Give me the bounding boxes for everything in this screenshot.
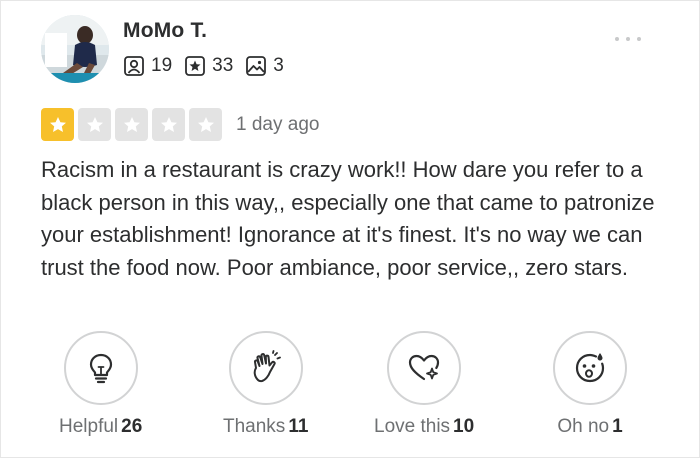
love-this-button[interactable]: Love this 10: [374, 331, 474, 438]
love-this-count: 10: [453, 416, 475, 437]
oh-no-button[interactable]: Oh no 1: [553, 331, 627, 438]
reviews-count: 33: [212, 55, 234, 76]
helpful-label: Helpful 26: [59, 416, 143, 437]
oh-no-label: Oh no 1: [557, 416, 623, 437]
thanks-count: 11: [288, 416, 309, 437]
star-icon: [41, 108, 74, 141]
helpful-circle[interactable]: [63, 331, 138, 405]
photos-count: 3: [273, 55, 284, 76]
avatar-photo: [41, 15, 109, 83]
star-icon: [189, 108, 222, 141]
oh-no-count: 1: [612, 416, 623, 437]
heart-sparkle-icon: [408, 354, 440, 381]
friends-stat: 19: [123, 55, 172, 77]
star-icon: [78, 108, 111, 141]
friends-count: 19: [151, 55, 173, 76]
review-text: Racism in a restaurant is crazy work!! H…: [41, 157, 655, 280]
helpful-button[interactable]: Helpful 26: [59, 331, 142, 438]
user-stats: 19 33 3: [123, 55, 296, 77]
rating-row: 1 day ago: [41, 108, 319, 141]
photos-stat: 3: [245, 55, 284, 77]
user-name[interactable]: MoMo T.: [123, 19, 296, 43]
review-date: 1 day ago: [236, 113, 320, 135]
helpful-count: 26: [121, 416, 143, 437]
lightbulb-icon: [89, 353, 112, 384]
review-header: MoMo T. 19 33 3: [41, 15, 296, 83]
reactions-bar: Helpful 26 Thanks 11 Love this 10 Oh no …: [1, 331, 700, 451]
more-options-icon[interactable]: [615, 37, 641, 41]
love-this-circle[interactable]: [387, 331, 462, 405]
avatar[interactable]: [41, 15, 109, 83]
sad-face-icon: [575, 353, 605, 383]
star-icon: [115, 108, 148, 141]
review-star-icon: [185, 56, 206, 76]
photo-icon: [246, 56, 267, 76]
thanks-label: Thanks 11: [223, 416, 309, 437]
user-info: MoMo T. 19 33 3: [123, 15, 296, 77]
waving-hand-icon: [253, 350, 281, 383]
oh-no-circle[interactable]: [553, 331, 627, 405]
star-icon: [152, 108, 185, 141]
review-card: MoMo T. 19 33 3 1 day ago Racism in a re…: [0, 0, 700, 458]
love-this-label: Love this 10: [374, 416, 475, 437]
thanks-button[interactable]: Thanks 11: [223, 331, 308, 438]
thanks-circle[interactable]: [228, 331, 303, 405]
friends-icon: [124, 56, 144, 76]
reviews-stat: 33: [184, 55, 233, 77]
